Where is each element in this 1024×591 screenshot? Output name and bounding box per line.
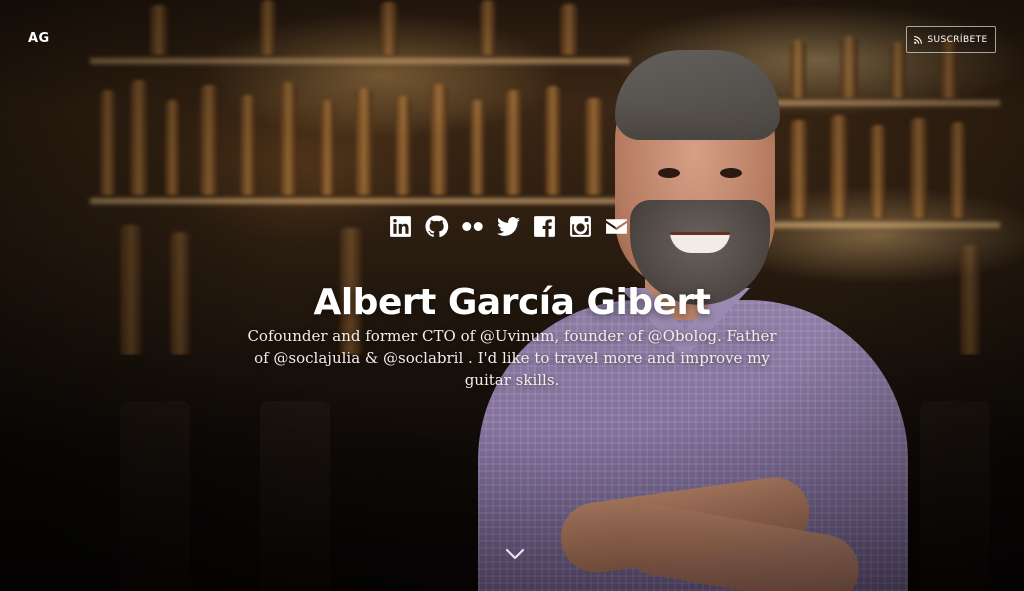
subscribe-button[interactable]: SUSCRÍBETE [906,26,996,53]
profile-bio: Cofounder and former CTO of @Uvinum, fou… [247,327,777,389]
social-links [388,214,629,239]
instagram-link[interactable] [568,214,593,239]
email-link[interactable] [604,214,629,239]
flickr-link[interactable] [460,214,485,239]
email-icon [606,219,627,234]
facebook-link[interactable] [532,214,557,239]
linkedin-link[interactable] [388,214,413,239]
subscribe-label: SUSCRÍBETE [927,34,988,45]
twitter-icon [497,217,520,236]
flickr-icon [462,222,483,231]
twitter-link[interactable] [496,214,521,239]
chevron-down-icon [505,548,525,560]
rss-icon [914,35,923,44]
github-icon [425,215,449,238]
instagram-icon [570,216,591,237]
profile-name: Albert García Gibert [313,282,711,324]
site-logo[interactable]: AG [28,31,50,46]
github-link[interactable] [424,214,449,239]
linkedin-icon [390,216,411,237]
facebook-icon [534,216,555,237]
scroll-down-button[interactable] [505,546,525,560]
